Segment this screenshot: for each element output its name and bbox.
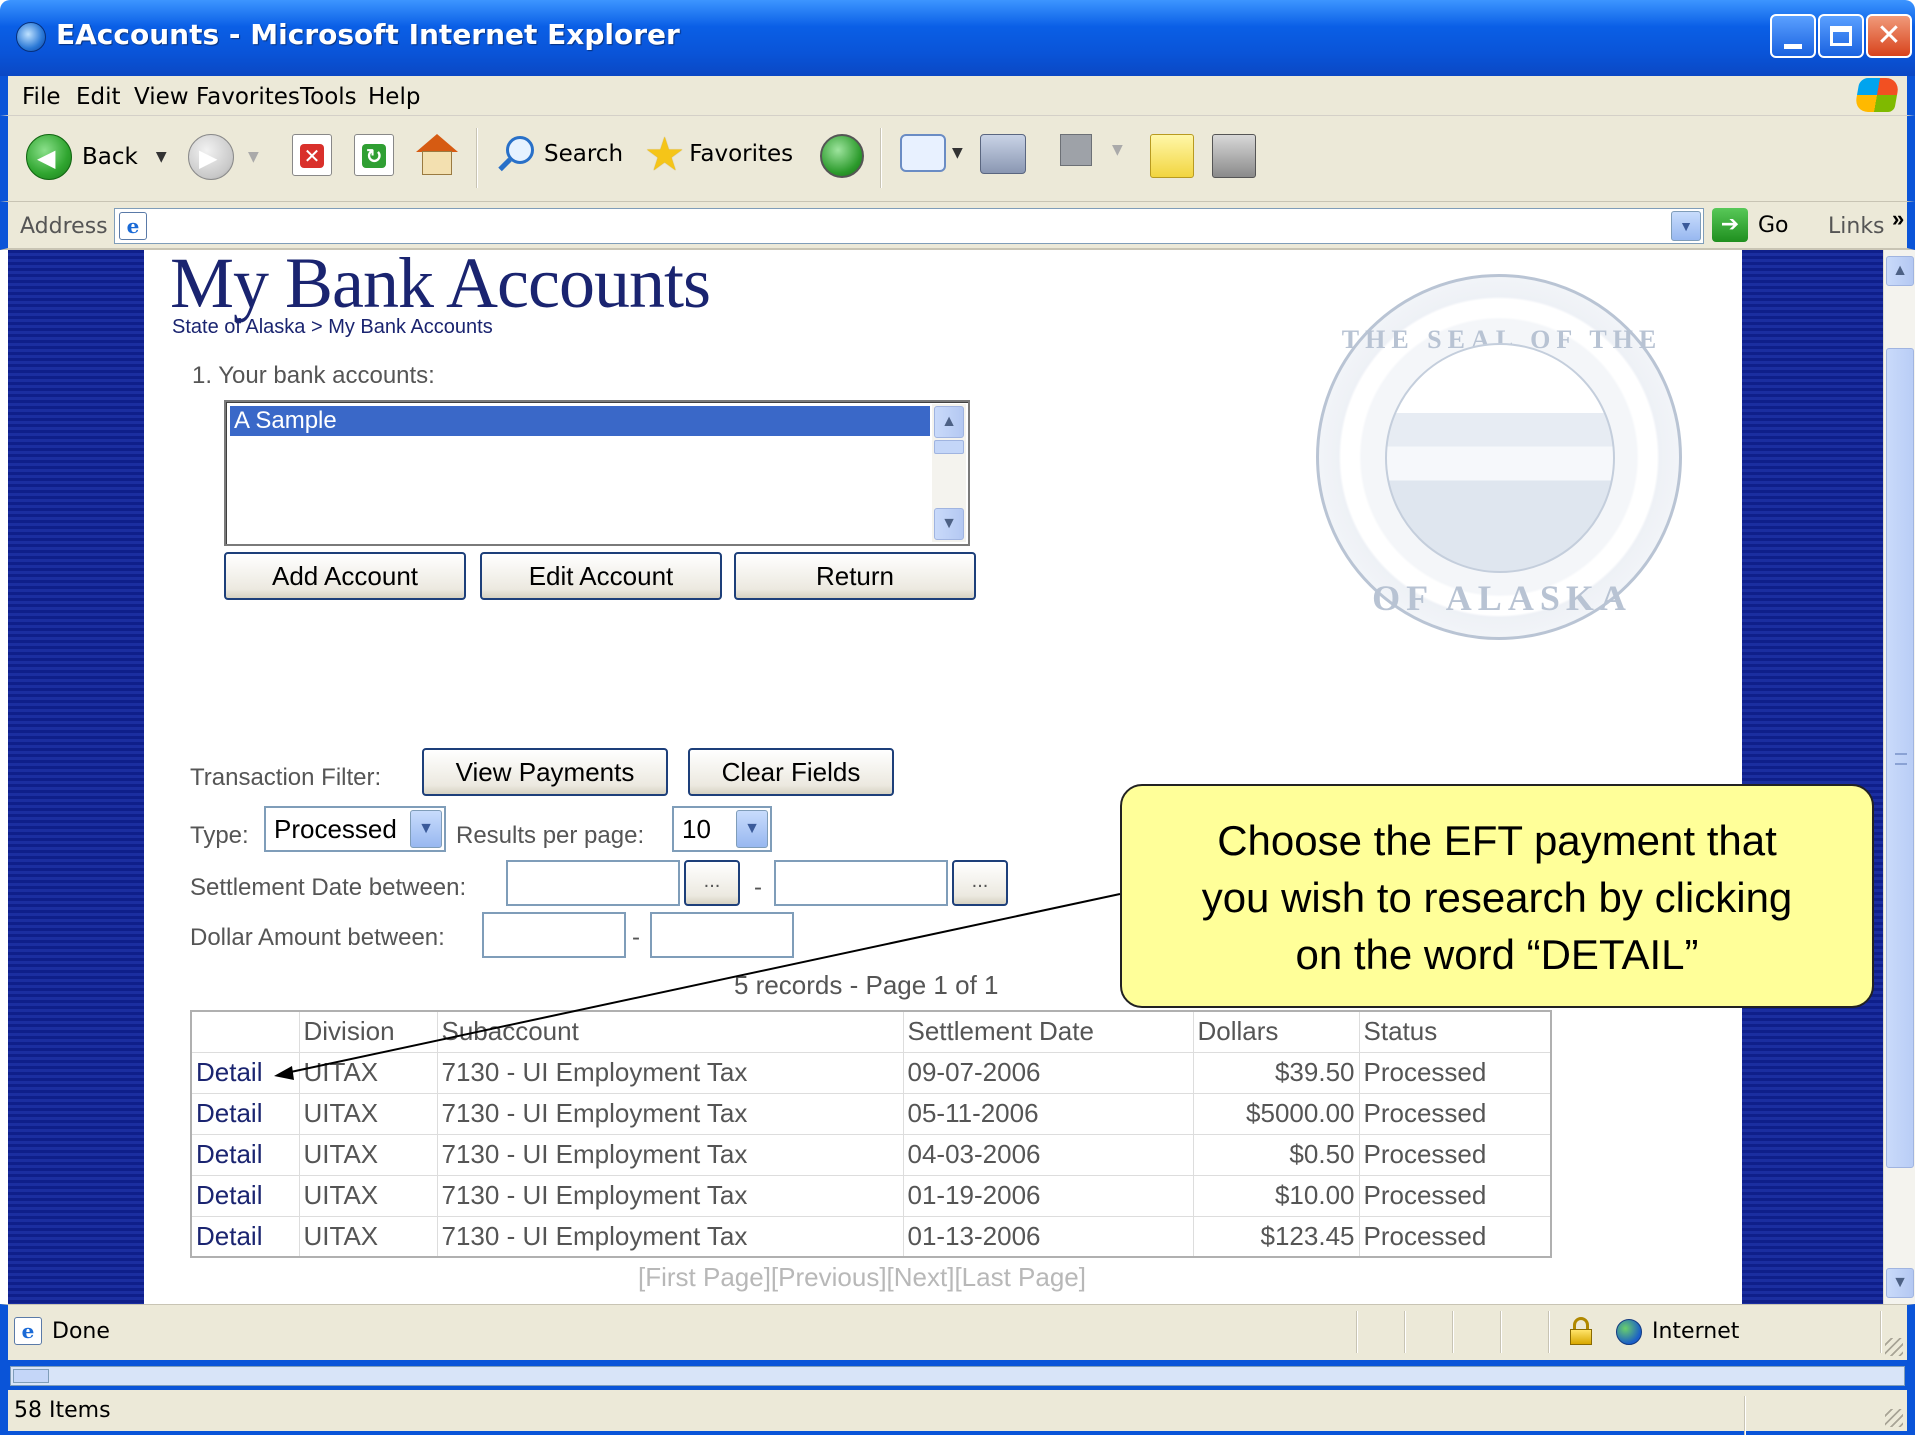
callout-pointer-arrow	[274, 893, 1121, 1080]
